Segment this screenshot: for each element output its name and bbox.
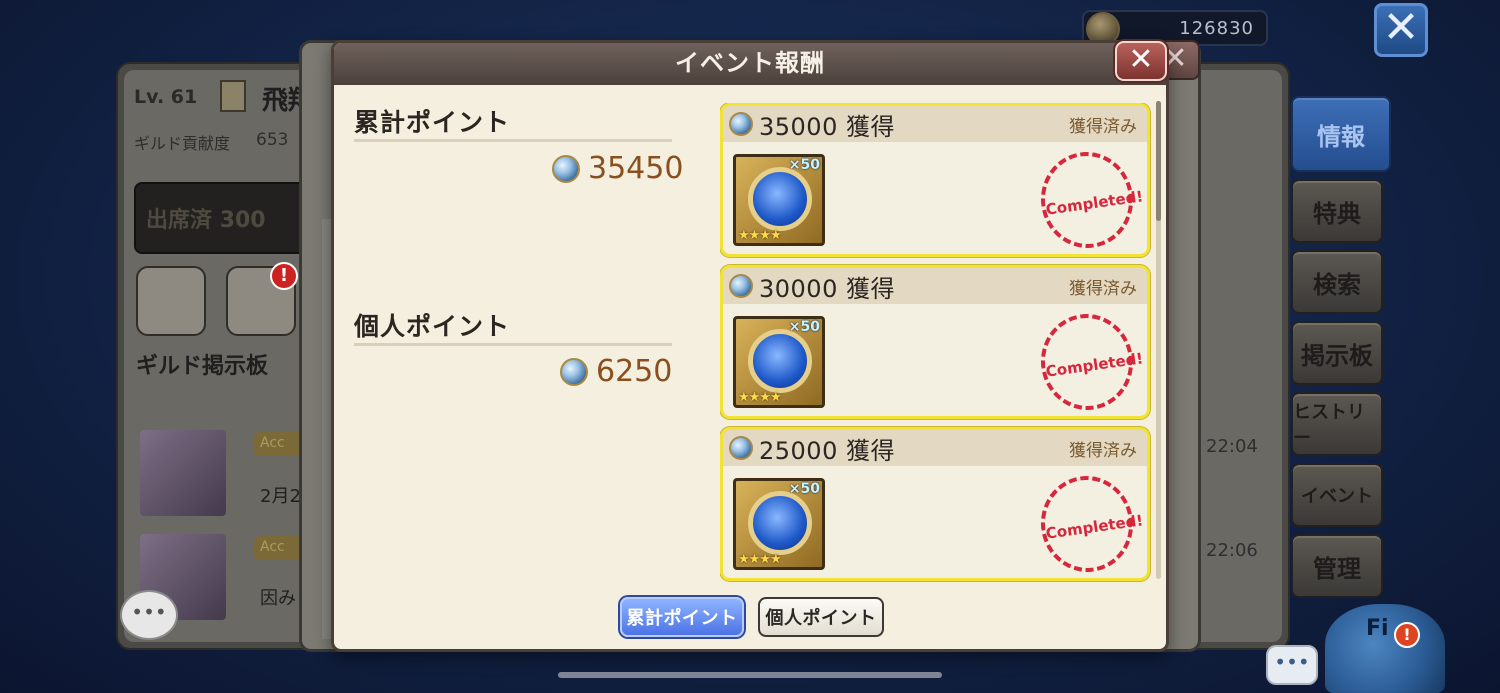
tab-board[interactable]: 掲示板 — [1291, 321, 1383, 385]
alert-badge-icon: ! — [1394, 622, 1420, 648]
reward-quantity: ×50 — [788, 319, 820, 335]
board-post-text: 2月2 — [260, 486, 301, 507]
tab-perks[interactable]: 特典 — [1291, 179, 1383, 243]
point-orb-icon — [729, 436, 753, 460]
total-points-value: 35450 — [588, 151, 684, 186]
reward-item-icon[interactable]: ×50 ★★★★ — [733, 154, 825, 246]
reward-quantity: ×50 — [788, 157, 820, 173]
point-orb-icon — [729, 274, 753, 298]
personal-points-label: 個人ポイント — [354, 312, 511, 341]
tab-event[interactable]: イベント — [1291, 463, 1383, 527]
reward-card: 25000 獲得 獲得済み ×50 ★★★★ Completed! — [720, 427, 1150, 581]
dialog-title: イベント報酬 — [334, 43, 1166, 85]
home-indicator[interactable] — [558, 672, 942, 678]
personal-points-value-group: 6250 — [560, 354, 672, 389]
attendance-button[interactable]: 出席済 300 — [134, 182, 314, 254]
guild-board-title: ギルド掲示板 — [136, 354, 269, 379]
divider — [354, 139, 672, 142]
chat-icon[interactable]: ••• — [1266, 645, 1318, 685]
reward-status: 獲得済み — [1069, 116, 1137, 137]
side-tab-column: 情報 特典 検索 掲示板 ヒストリー イベント 管理 — [1291, 96, 1391, 605]
completed-stamp-icon: Completed! — [1034, 470, 1144, 578]
reward-item-icon[interactable]: ×50 ★★★★ — [733, 316, 825, 408]
guild-flag-button[interactable] — [136, 266, 206, 336]
reward-header: 35000 獲得 獲得済み — [723, 106, 1147, 142]
board-post-time: 22:06 — [1206, 540, 1258, 561]
tab-total-points[interactable]: 累計ポイント — [620, 597, 744, 637]
reward-stars: ★★★★ — [738, 552, 782, 567]
reward-status: 獲得済み — [1069, 440, 1137, 461]
rank-icon — [220, 80, 246, 112]
total-points-value-group: 35450 — [552, 151, 683, 186]
reward-stars: ★★★★ — [738, 390, 782, 405]
acc-badge: Acc — [254, 432, 304, 456]
board-post-time: 22:04 — [1206, 436, 1258, 457]
reward-card: 35000 獲得 獲得済み ×50 ★★★★ Completed! — [720, 103, 1150, 257]
tab-personal-points[interactable]: 個人ポイント — [758, 597, 884, 637]
completed-stamp-icon: Completed! — [1034, 146, 1144, 254]
reward-threshold: 35000 獲得 — [759, 112, 895, 141]
close-icon[interactable]: ✕ — [1115, 41, 1167, 81]
reward-item-icon[interactable]: ×50 ★★★★ — [733, 478, 825, 570]
divider — [354, 343, 672, 346]
scrollbar-thumb[interactable] — [1156, 101, 1161, 221]
point-orb-icon — [729, 112, 753, 136]
personal-points-value: 6250 — [596, 354, 673, 389]
reward-status: 獲得済み — [1069, 278, 1137, 299]
chat-bubble-icon[interactable]: ••• — [120, 590, 178, 640]
tab-history[interactable]: ヒストリー — [1291, 392, 1383, 456]
mascot-label: Fi — [1366, 616, 1389, 641]
event-reward-dialog: イベント報酬 累計ポイント 35450 個人ポイント 6250 35000 獲得… — [331, 40, 1169, 652]
attendance-label: 出席済 — [146, 208, 213, 233]
reward-quantity: ×50 — [788, 481, 820, 497]
alert-badge-icon: ! — [270, 262, 298, 290]
reward-header: 25000 獲得 獲得済み — [723, 430, 1147, 466]
tab-search[interactable]: 検索 — [1291, 250, 1383, 314]
point-orb-icon — [552, 154, 580, 183]
acc-badge: Acc — [254, 536, 304, 560]
player-level: Lv. 61 — [134, 86, 198, 108]
reward-list[interactable]: 35000 獲得 獲得済み ×50 ★★★★ Completed! 30000 … — [720, 103, 1152, 585]
close-icon[interactable]: ✕ — [1374, 3, 1428, 57]
point-orb-icon — [560, 357, 588, 386]
avatar — [140, 430, 226, 516]
reward-card: 30000 獲得 獲得済み ×50 ★★★★ Completed! — [720, 265, 1150, 419]
currency-value: 126830 — [1179, 17, 1254, 39]
completed-stamp-icon: Completed! — [1034, 308, 1144, 416]
board-post-text: 因み — [260, 588, 296, 609]
attendance-value: 300 — [219, 208, 266, 233]
reward-threshold: 30000 獲得 — [759, 274, 895, 303]
reward-stars: ★★★★ — [738, 228, 782, 243]
contribution-label: ギルド貢献度 — [134, 134, 231, 153]
total-points-label: 累計ポイント — [354, 108, 511, 137]
reward-threshold: 25000 獲得 — [759, 436, 895, 465]
tab-info[interactable]: 情報 — [1291, 96, 1391, 172]
reward-header: 30000 獲得 獲得済み — [723, 268, 1147, 304]
tab-manage[interactable]: 管理 — [1291, 534, 1383, 598]
contribution-value: 653 — [256, 130, 289, 150]
